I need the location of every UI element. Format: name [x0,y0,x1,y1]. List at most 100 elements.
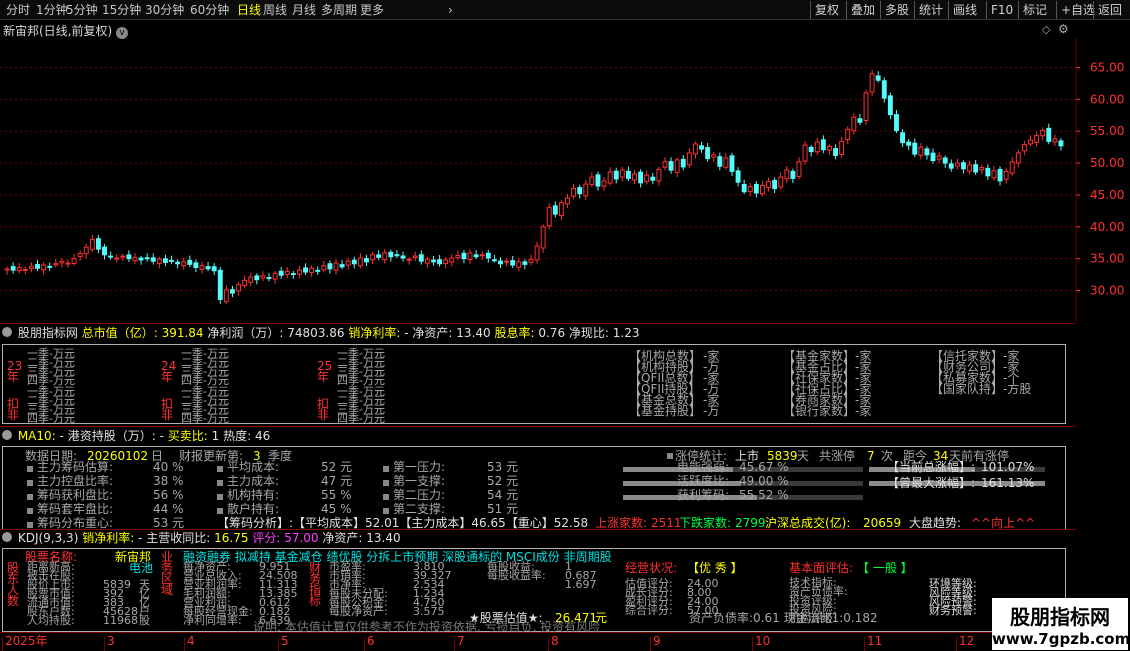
period-0[interactable]: 分时 [6,2,30,18]
period-5[interactable]: 60分钟 [190,2,229,18]
price-tick-label: 45.00 [1090,188,1124,202]
candle-body [278,270,284,276]
toolbar-btn-0[interactable]: 复权 [810,1,843,19]
candle-body [345,260,351,266]
dividend-value: 0.76 [538,326,566,340]
bullet-icon [217,480,223,486]
candle-body [979,167,985,171]
price-tick-label: 30.00 [1090,284,1124,298]
candle-body [820,139,826,151]
candle-body [229,289,235,294]
candle-body [132,256,138,262]
bullet-icon [217,508,223,514]
bullet-icon [27,522,33,528]
period-6[interactable]: 日线 [237,2,261,18]
bar-label: 获利筹码: [677,488,730,502]
candle-body [546,207,552,227]
toolbar-btn-5[interactable]: F10 [986,1,1017,19]
chip-value: 56 % [153,488,184,502]
candle-body [534,245,540,261]
period-10[interactable]: 更多 [360,2,384,18]
candle-body [1003,170,1009,180]
site-logo: 股朋指标网 www.7gpzb.com [992,598,1130,650]
period-2[interactable]: 5分钟 [66,2,98,18]
status-value: 【优 秀 】 [687,561,743,575]
candle-body [735,170,741,183]
toolbar-btn-6[interactable]: 标记 [1018,1,1051,19]
period-1[interactable]: 1分钟 [36,2,68,18]
axis-tick [184,637,185,651]
candle-body [303,267,309,273]
bullet-icon [667,453,673,459]
more-chevron-icon[interactable]: › [448,2,453,18]
candle-body [747,186,753,193]
pressure-value: 53 元 [487,460,519,474]
candle-body [437,259,443,265]
candle-body [753,183,759,194]
period-7[interactable]: 周线 [263,2,287,18]
hk-header: MA10: - 港资持股（万）: - 买卖比: 1 热度: 46 [0,428,270,444]
diamond-icon[interactable]: ◇ [1042,23,1050,36]
candle-body [309,267,315,273]
chip-label: 筹码获利盘比: [37,488,114,502]
axis-tick [548,637,549,651]
rev-value: 16.75 [214,531,249,545]
cost-label: 散户持有: [227,502,280,516]
candle-body [83,246,89,255]
period-8[interactable]: 月线 [292,2,316,18]
settings-icon[interactable] [2,430,12,440]
toolbar-btn-3[interactable]: 统计 [914,1,947,19]
candle-body [808,146,814,153]
candlestick-chart[interactable]: 65.00 60.00 55.00 50.00 45.00 40.00 35.00 30.00 [0,38,1130,322]
candle-body [729,155,735,172]
candle-body [699,145,704,150]
toolbar-btn-4[interactable]: 画线 [948,1,981,19]
candle-body [144,257,150,260]
candle-body [565,197,570,205]
left-row-unit: 股 [139,614,150,627]
axis-tick [278,637,279,651]
candle-body [418,254,424,262]
candle-body [930,152,936,162]
candle-body [193,262,199,269]
candle-body [47,265,53,268]
candle-body [778,176,784,188]
candle-body [357,257,363,267]
candle-body [595,174,601,187]
candle-body [900,132,906,144]
ratio-value: 3.575 [413,605,445,618]
chip-label: 主力控盘比率: [37,474,114,488]
period-9[interactable]: 多周期 [321,2,357,18]
toolbar-btn-1[interactable]: 叠加 [846,1,879,19]
candle-body [577,187,583,195]
volume-label: 沪深总成交(亿): [765,516,851,530]
settings-icon[interactable] [2,327,12,337]
candle-body [717,156,723,167]
toolbar-btn-2[interactable]: 多股 [880,1,913,19]
quarter-cell: 四季-万元 [337,412,385,425]
kdj-margin-value: - [138,531,143,545]
candle-body [766,181,771,188]
trend-label: 大盘趋势: [909,516,962,530]
period-3[interactable]: 15分钟 [102,2,141,18]
bullet-icon [27,508,33,514]
candle-body [991,170,997,179]
candle-body [28,265,34,269]
cost-value: 45 % [321,502,352,516]
period-4[interactable]: 30分钟 [145,2,184,18]
settings-icon[interactable] [2,532,12,542]
current-gain-label: 【当前总涨幅】: [887,460,976,474]
axis-label: 2025年 [5,634,48,648]
candle-body [461,252,467,260]
candle-body [297,269,302,275]
chip-value: 38 % [153,474,184,488]
candle-body [961,162,966,170]
fundamental-label: 基本面评估: [789,561,854,575]
candle-body [522,261,528,265]
gear-icon[interactable]: ⚙ [1058,22,1069,36]
toolbar-btn-8[interactable]: 返回 [1093,1,1126,19]
price-tick-label: 55.00 [1090,124,1124,138]
pressure-label: 第一压力: [393,460,446,474]
axis-tick [2,637,3,651]
candle-body [254,275,260,281]
